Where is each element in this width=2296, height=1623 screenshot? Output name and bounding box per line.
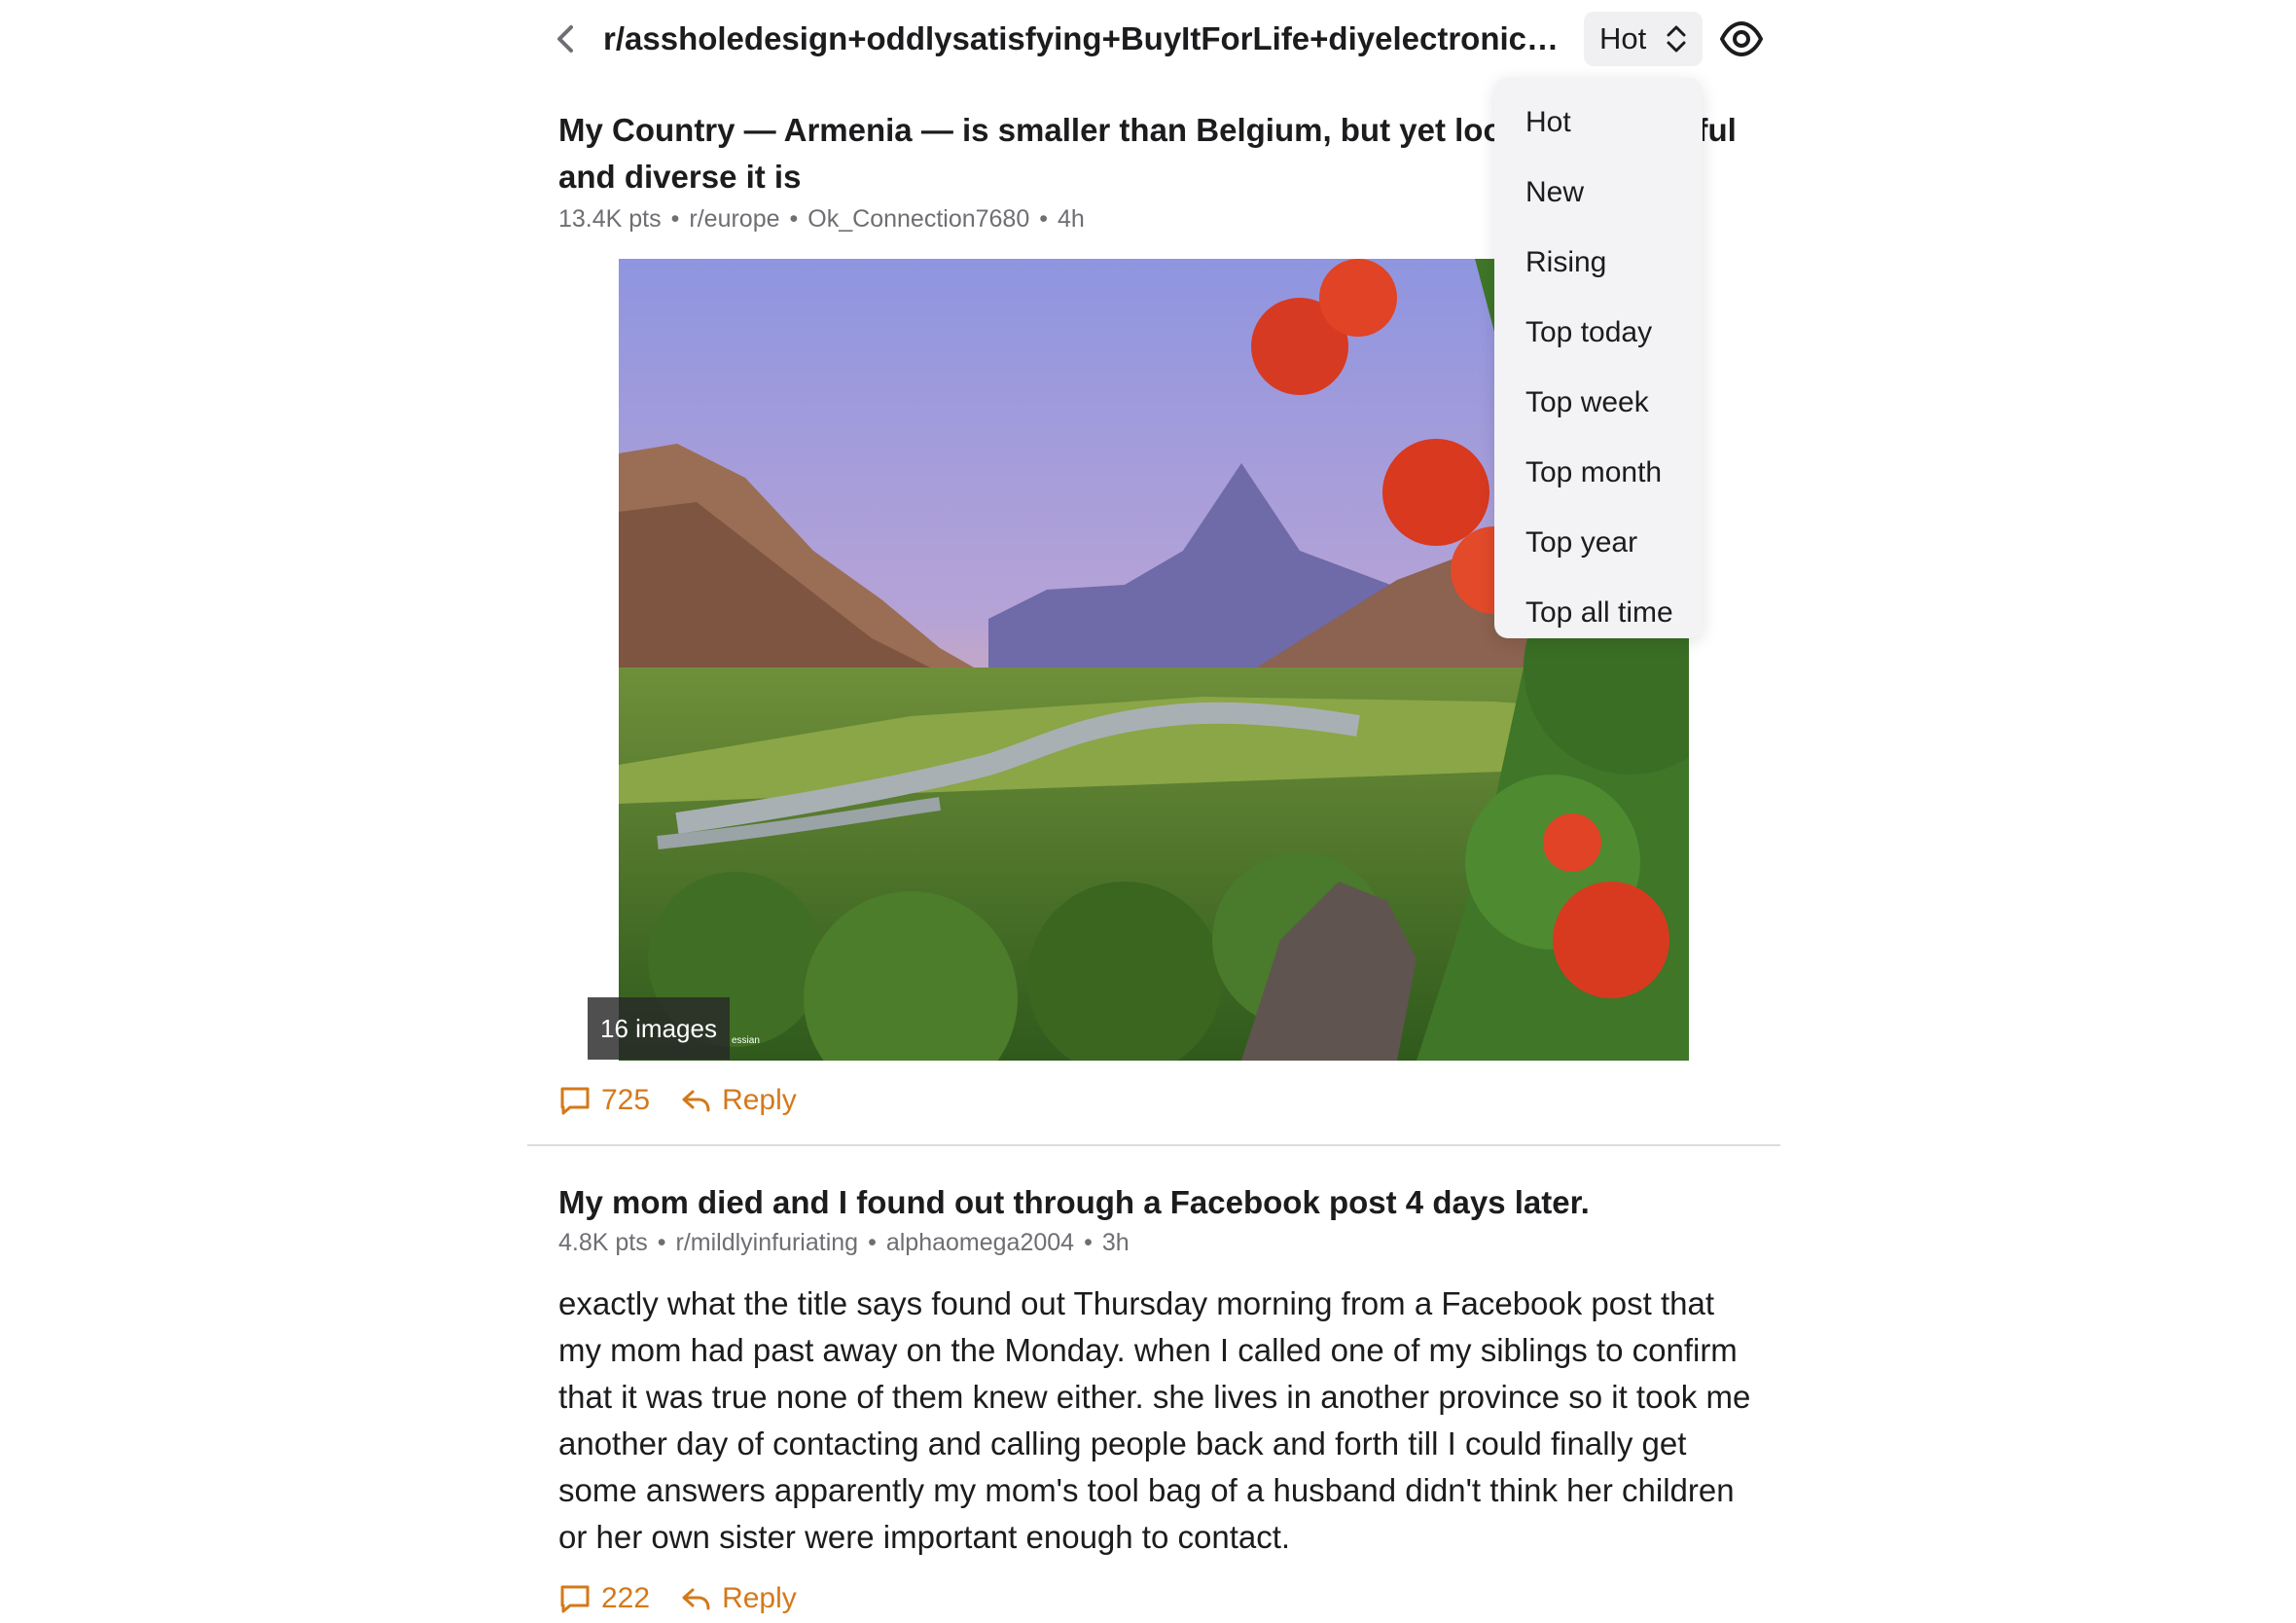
reply-button[interactable]: Reply — [679, 1084, 797, 1117]
chevron-left-icon — [557, 25, 573, 53]
back-button[interactable] — [543, 16, 590, 62]
sort-option-top-year[interactable]: Top year — [1494, 508, 1703, 578]
comment-count: 725 — [601, 1084, 651, 1116]
sort-option-hot[interactable]: Hot — [1494, 88, 1703, 158]
post-meta: 13.4K pts • r/europe • Ok_Connection7680 • 4h — [558, 205, 1085, 233]
post-subreddit[interactable]: r/europe — [689, 205, 779, 233]
post-points: 13.4K pts — [558, 205, 662, 233]
page-title: r/assholedesign+oddlysatisfying+BuyItFor… — [603, 20, 1571, 56]
sort-option-top-today[interactable]: Top today — [1494, 298, 1703, 368]
post-author[interactable]: Ok_Connection7680 — [807, 205, 1029, 233]
sort-menu: Hot New Rising Top today Top week Top mo… — [1494, 78, 1703, 638]
post-actions: 725 Reply — [558, 1076, 826, 1125]
post-body: exactly what the title says found out Th… — [558, 1285, 1751, 1555]
reply-icon — [679, 1582, 712, 1615]
reply-icon — [679, 1084, 712, 1117]
post-age: 4h — [1058, 205, 1085, 233]
comment-count: 222 — [601, 1582, 651, 1614]
eye-icon — [1720, 21, 1763, 56]
image-count-badge: 16 images — [588, 997, 730, 1060]
post-points: 4.8K pts — [558, 1229, 648, 1256]
sort-option-top-month[interactable]: Top month — [1494, 438, 1703, 508]
sort-option-top-all-time[interactable]: Top all time — [1494, 578, 1703, 648]
top-bar: r/assholedesign+oddlysatisfying+BuyItFor… — [0, 0, 2296, 78]
post-title[interactable]: My mom died and I found out through a Fa… — [558, 1179, 1745, 1226]
sort-button[interactable]: Hot — [1584, 12, 1703, 66]
comment-icon — [558, 1084, 592, 1117]
reply-button[interactable]: Reply — [679, 1582, 797, 1615]
sort-option-rising[interactable]: Rising — [1494, 228, 1703, 298]
sort-option-top-week[interactable]: Top week — [1494, 368, 1703, 438]
post-actions: 222 Reply — [558, 1574, 826, 1623]
post-meta: 4.8K pts • r/mildlyinfuriating • alphaomega2… — [558, 1229, 1130, 1256]
comment-icon — [558, 1582, 592, 1615]
view-toggle-button[interactable] — [1718, 16, 1765, 62]
sort-option-new[interactable]: New — [1494, 158, 1703, 228]
sort-label: Hot — [1599, 21, 1647, 55]
comments-button[interactable]: 725 — [558, 1084, 650, 1117]
post-age: 3h — [1101, 1229, 1130, 1256]
chevron-up-down-icon — [1664, 23, 1689, 54]
image-watermark: essian — [732, 1035, 760, 1046]
post-divider — [527, 1144, 1780, 1146]
post-author[interactable]: alphaomega2004 — [886, 1229, 1074, 1256]
reply-label: Reply — [722, 1582, 797, 1614]
post-subreddit[interactable]: r/mildlyinfuriating — [676, 1229, 859, 1256]
comments-button[interactable]: 222 — [558, 1582, 650, 1615]
reply-label: Reply — [722, 1084, 797, 1116]
